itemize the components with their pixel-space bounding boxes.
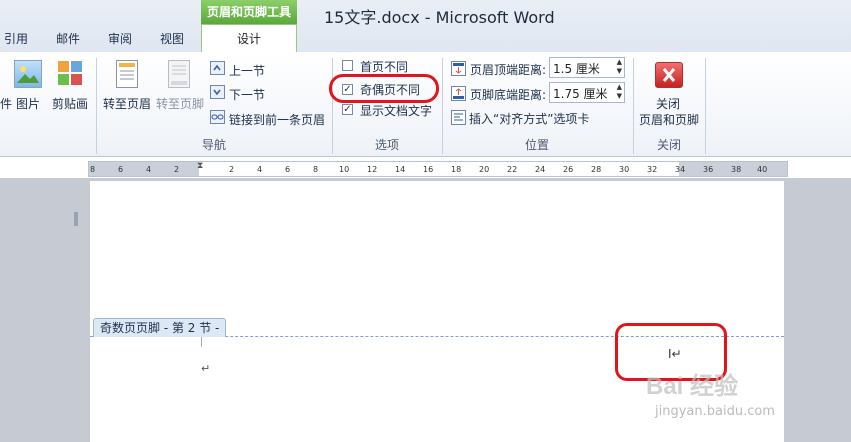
document-title: 15文字.docx - Microsoft Word [324,8,555,27]
link-to-previous-icon[interactable] [210,110,225,124]
previous-section-icon[interactable] [210,61,225,75]
goto-header-button[interactable]: 转至页眉 [103,95,151,112]
ruler-tick: 2 [174,165,180,174]
header-from-top-label: 页眉顶端距离: [470,63,547,77]
ruler-tick: 2 [229,165,235,174]
group-separator [96,58,97,154]
contextual-tool-title: 页眉和页脚工具 [201,0,297,24]
different-first-page-checkbox[interactable] [342,60,353,71]
show-document-text-checkbox[interactable]: ✓ [342,104,353,115]
tab-references[interactable]: 引用 [4,30,28,47]
ruler-tick: 4 [257,165,263,174]
footer-from-bottom-icon [451,86,466,101]
ruler-tick: 10 [339,165,350,174]
header-from-top-icon [451,61,466,76]
ruler-tick: 22 [507,165,518,174]
tab-design[interactable]: 设计 [201,24,297,52]
options-group-label: 选项 [375,138,400,152]
ruler-tick: 4 [146,165,152,174]
picture-button[interactable]: 图片 [16,95,40,112]
different-first-page-label[interactable]: 首页不同 [360,58,408,75]
header-from-top-spinner[interactable]: 1.5 厘米 ▲ ▼ [549,57,625,78]
ruler-tick: 16 [423,165,434,174]
ruler-tick: 8 [90,165,96,174]
ruler-tick: 20 [479,165,490,174]
indent-marker-icon[interactable]: ⧗ [197,161,203,171]
show-document-text-label[interactable]: 显示文档文字 [360,102,432,119]
paragraph-mark: ↵ [201,362,211,375]
goto-footer-button: 转至页脚 [156,97,205,111]
ruler-tick: 6 [285,165,291,174]
footer-from-bottom-value[interactable]: 1.75 厘米 [553,85,608,102]
close-button-line1[interactable]: 关闭 [656,95,680,112]
footer-section-tag: 奇数页页脚 - 第 2 节 - [93,318,227,337]
horizontal-ruler[interactable]: 8 6 4 2 2 4 6 8 10 12 14 16 18 20 22 24 … [88,161,788,177]
footer-margin-mark [201,337,202,347]
tab-view[interactable]: 视图 [160,30,184,47]
previous-section-button[interactable]: 上一节 [229,62,265,79]
ruler-tick: 26 [563,165,574,174]
next-section-button[interactable]: 下一节 [229,86,265,103]
insert-partial-label: 件 [0,97,13,111]
alignment-tab-icon[interactable] [451,110,466,125]
group-separator [442,58,443,154]
ruler-tick: 6 [118,165,124,174]
close-header-footer-icon[interactable] [655,62,683,88]
close-group-label: 关闭 [657,138,682,152]
navigation-group-label: 导航 [202,138,227,152]
position-group-label: 位置 [525,138,550,152]
next-section-icon[interactable] [210,85,225,99]
goto-header-icon[interactable] [116,60,138,88]
watermark-url: jingyan.baidu.com [655,404,775,419]
ruler-tick: 38 [731,165,742,174]
ruler-tick: 34 [675,165,686,174]
group-separator [332,58,333,154]
ruler-tick: 36 [703,165,714,174]
clipart-icon[interactable] [57,60,83,88]
link-to-previous-button[interactable]: 链接到前一条页眉 [229,111,325,128]
clipart-button[interactable]: 剪贴画 [52,95,88,112]
ruler-tick: 32 [647,165,658,174]
header-from-top-value[interactable]: 1.5 厘米 [553,60,600,77]
ruler-tick: 12 [367,165,378,174]
watermark-logo: Bai 经验 [646,373,739,400]
ruler-tick: 40 [757,165,768,174]
highlight-circle [329,74,439,103]
ruler-tick: 28 [591,165,602,174]
ruler-tick: 24 [535,165,546,174]
group-separator [705,58,706,154]
tab-review[interactable]: 审阅 [108,30,132,47]
footer-from-bottom-label: 页脚底端距离: [470,88,547,102]
tab-mailings[interactable]: 邮件 [56,30,80,47]
group-separator [633,58,634,154]
footer-from-bottom-spinner[interactable]: 1.75 厘米 ▲ ▼ [549,82,625,103]
picture-icon[interactable] [14,60,42,88]
ruler-tick: 14 [395,165,406,174]
spinner-arrows-icon[interactable]: ▲ ▼ [617,58,622,76]
goto-footer-icon [168,60,190,88]
insert-alignment-tab-button[interactable]: 插入“对齐方式”选项卡 [469,110,589,127]
ruler-tick: 18 [451,165,462,174]
spinner-arrows-icon[interactable]: ▲ ▼ [617,83,622,101]
document-page[interactable] [90,181,784,442]
ruler-tick: 8 [313,165,319,174]
vertical-ruler-marker [74,212,78,226]
ruler-tick: 30 [619,165,630,174]
close-button-line2[interactable]: 页眉和页脚 [639,111,699,128]
